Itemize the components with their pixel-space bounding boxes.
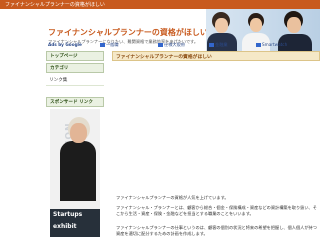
- ad-line-2: exhibit: [53, 223, 77, 230]
- sidebar-section-category: カテゴリ: [46, 63, 104, 73]
- ads-by-google[interactable]: Ads by Google: [48, 42, 82, 47]
- sidebar-divider: [46, 85, 104, 86]
- arrow-icon: [158, 43, 163, 47]
- ad-link-3[interactable]: 金融業: [209, 42, 228, 48]
- paragraph: ファイナンシャル・プランナーとは、顧客から総合・個金・保険構成・資産などの資計構…: [116, 205, 317, 216]
- ad-link-2[interactable]: 仕様大阪府: [158, 42, 185, 48]
- sidebar: トップページ カテゴリ リンク集 スポンサード リンク COLLISION St…: [46, 51, 104, 240]
- ad-link-1[interactable]: 一般職: [100, 42, 119, 48]
- sidebar-section-sponsored: スポンサード リンク: [46, 97, 104, 107]
- arrow-icon: [100, 43, 105, 47]
- arrow-icon: [209, 43, 214, 47]
- ad-link-4[interactable]: Smartwatch: [256, 42, 287, 47]
- site-title[interactable]: ファイナンシャルプランナーの資格がほしい: [48, 27, 208, 38]
- arrow-icon: [256, 43, 261, 47]
- sidebar-section-label: カテゴリ: [50, 66, 69, 71]
- ad-link-bar: Ads by Google 一般職 仕様大阪府 金融業 Smartwatch: [46, 41, 320, 49]
- ad-line-1: Startups: [53, 211, 83, 218]
- paragraph: ファイナンシャルプランナーの仕事というのは、顧客の個別の状況と将来の希望を把握し…: [116, 225, 317, 236]
- main-heading-box: ファイナンシャルプランナーの資格がほしい: [112, 51, 320, 61]
- paragraph: ファイナンシャルプランナーの資格が人気を上げています。: [116, 195, 229, 200]
- sponsored-label: スポンサード リンク: [50, 100, 93, 105]
- main-content: ファイナンシャルプランナーの資格がほしい ファイナンシャルプランナーの資格が人気…: [112, 51, 320, 240]
- sidebar-item-links[interactable]: リンク集: [49, 77, 67, 83]
- main-heading: ファイナンシャルプランナーの資格がほしい: [116, 55, 212, 60]
- sidebar-item-label: トップページ: [50, 54, 78, 59]
- top-bar: ファイナンシャルプランナーの資格がほしい: [0, 0, 320, 9]
- top-bar-text: ファイナンシャルプランナーの資格がほしい: [5, 2, 105, 8]
- sidebar-item-top-page[interactable]: トップページ: [46, 51, 104, 61]
- sponsored-ad-image[interactable]: COLLISION Startups exhibit: [50, 109, 100, 237]
